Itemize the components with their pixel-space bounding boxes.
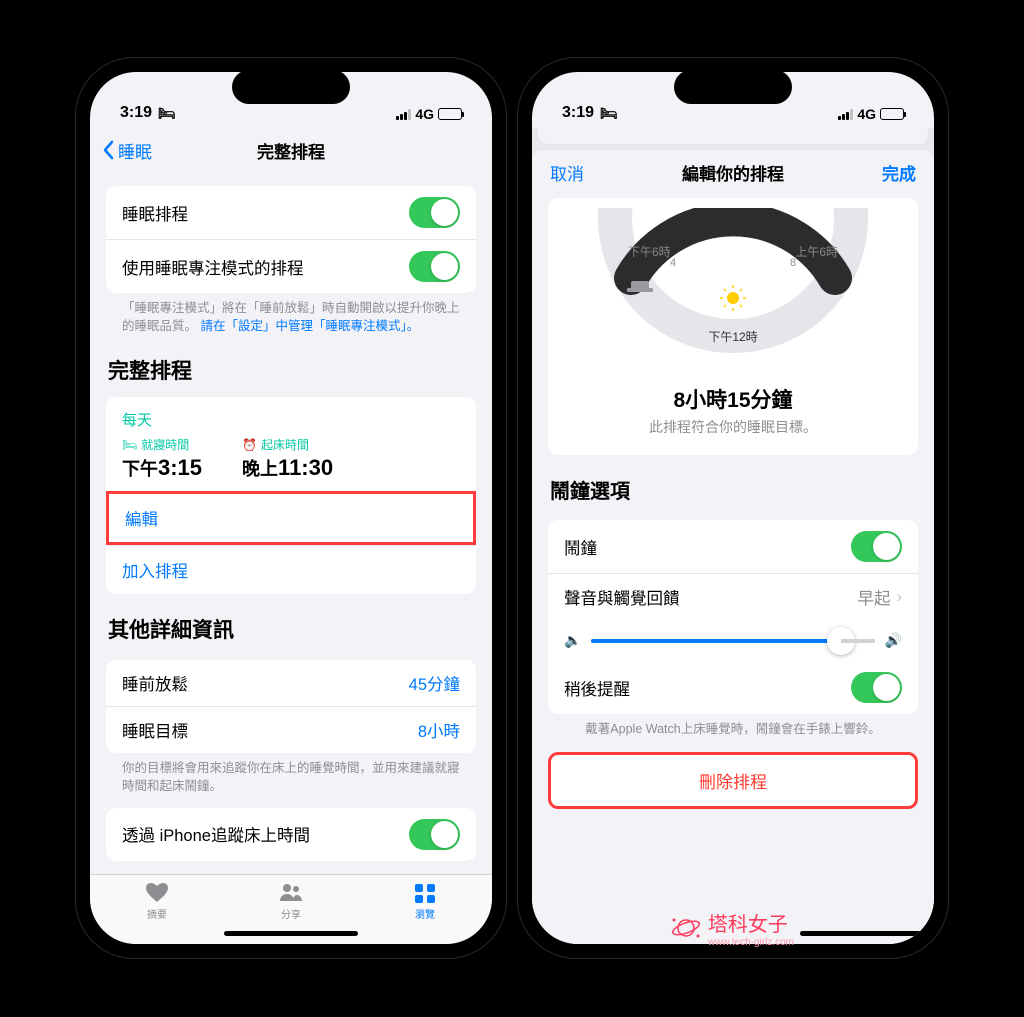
wakeup-value: 晚上11:30 [242, 455, 333, 481]
watch-footnote: 戴著Apple Watch上床睡覺時，鬧鐘會在手錶上響鈴。 [548, 714, 918, 738]
add-schedule-button[interactable]: 加入排程 [106, 545, 476, 594]
home-indicator[interactable] [800, 931, 934, 936]
focus-settings-link[interactable]: 請在「設定」中管理「睡眠專注模式」。 [201, 319, 420, 333]
back-button[interactable]: 睡眠 [102, 138, 152, 163]
row-label: 稍後提醒 [564, 676, 630, 700]
tab-label: 分享 [281, 906, 301, 921]
schedule-card[interactable]: 每天 🛏 就寢時間 下午3:15 ⏰ 起床時間 [106, 397, 476, 491]
watermark-title: 塔科女子 [708, 914, 788, 936]
tab-bar: 摘要 分享 瀏覽 [90, 874, 492, 944]
dial-am6-label: 上午6時 [795, 243, 838, 260]
signal-icon [838, 109, 853, 120]
winddown-row[interactable]: 睡前放鬆 45分鐘 [106, 660, 476, 706]
sound-row[interactable]: 聲音與觸覺回饋 早起 › [548, 573, 918, 620]
tab-label: 瀏覽 [415, 906, 435, 921]
sleep-dial-card: 8 4 4 8 下午6時 上午6時 下午12時 [548, 198, 918, 455]
row-label: 睡眠排程 [122, 201, 188, 225]
status-time: 3:19 [562, 104, 594, 122]
people-icon [278, 881, 304, 905]
sleep-schedule-row[interactable]: 睡眠排程 [106, 186, 476, 239]
snooze-toggle[interactable] [851, 672, 902, 703]
alarm-row[interactable]: 鬧鐘 [548, 520, 918, 573]
focus-footnote: 「睡眠專注模式」將在「睡前放鬆」時自動開啟以提升你晚上的睡眠品質。 請在「設定」… [106, 293, 476, 335]
network-label: 4G [857, 106, 876, 122]
delete-schedule-button[interactable]: 刪除排程 [548, 752, 918, 809]
chevron-right-icon: › [897, 588, 903, 607]
heart-icon [144, 881, 170, 905]
schedule-days: 每天 [122, 409, 460, 430]
watermark-url: www.tech-girlz.com [708, 937, 794, 948]
alarm-icon: ⏰ [242, 438, 257, 452]
nav-bar: 睡眠 完整排程 [90, 128, 492, 172]
row-label: 鬧鐘 [564, 535, 597, 559]
bed-icon: 🛏 [158, 105, 176, 122]
row-value: 8小時 [418, 718, 460, 742]
focus-schedule-row[interactable]: 使用睡眠專注模式的排程 [106, 239, 476, 293]
row-value: 45分鐘 [409, 671, 460, 695]
home-indicator[interactable] [224, 931, 358, 936]
bedtime-value: 下午3:15 [122, 455, 202, 481]
volume-high-icon: 🔊 [885, 632, 902, 649]
bed-icon: 🛏 [600, 105, 618, 122]
battery-icon [880, 108, 904, 120]
other-details-header: 其他詳細資訊 [106, 594, 476, 646]
goal-footnote: 你的目標將會用來追蹤你在床上的睡覺時間，並用來建議就寢時間和起床鬧鐘。 [106, 753, 476, 795]
phone-left: 3:19 🛏 4G 睡眠 完整排程 睡眠排程 [76, 58, 506, 958]
sound-value: 早起 [858, 585, 891, 609]
bedtime-label: 就寢時間 [141, 436, 189, 453]
tab-summary[interactable]: 摘要 [144, 881, 170, 921]
tab-browse[interactable]: 瀏覽 [412, 881, 438, 921]
done-button[interactable]: 完成 [882, 160, 916, 185]
row-label: 使用睡眠專注模式的排程 [122, 255, 304, 279]
sleep-goal-row[interactable]: 睡眠目標 8小時 [106, 706, 476, 753]
wakeup-label: 起床時間 [261, 436, 309, 453]
sleep-schedule-toggle[interactable] [409, 197, 460, 228]
focus-schedule-toggle[interactable] [409, 251, 460, 282]
watermark: 塔科女子 www.tech-girlz.com [670, 908, 794, 948]
page-title: 完整排程 [257, 138, 325, 163]
alarm-section-header: 鬧鐘選項 [548, 455, 918, 506]
cancel-button[interactable]: 取消 [550, 160, 584, 185]
full-schedule-header: 完整排程 [106, 335, 476, 387]
tab-share[interactable]: 分享 [278, 881, 304, 921]
row-label: 透過 iPhone追蹤床上時間 [122, 822, 310, 846]
phone-right: 3:19 🛏 4G 取消 編輯你的排程 完成 [518, 58, 948, 958]
chevron-left-icon [102, 140, 114, 160]
sheet-nav: 取消 編輯你的排程 完成 [532, 150, 934, 194]
volume-low-icon: 🔈 [564, 632, 581, 649]
dynamic-island [232, 70, 350, 104]
back-label: 睡眠 [118, 138, 152, 163]
background-sheet-stub [538, 128, 928, 144]
tab-label: 摘要 [147, 906, 167, 921]
bed-icon: 🛏 [122, 438, 137, 452]
status-time: 3:19 [120, 104, 152, 122]
volume-slider[interactable] [591, 639, 874, 643]
row-label: 聲音與觸覺回饋 [564, 585, 680, 609]
volume-slider-row: 🔈 🔊 [548, 620, 918, 661]
duration-title: 8小時15分鐘 [548, 384, 918, 414]
slider-thumb[interactable] [827, 627, 855, 655]
duration-subtitle: 此排程符合你的睡眠目標。 [548, 417, 918, 437]
track-time-row[interactable]: 透過 iPhone追蹤床上時間 [106, 808, 476, 861]
battery-icon [438, 108, 462, 120]
grid-icon [412, 881, 438, 905]
signal-icon [396, 109, 411, 120]
dynamic-island [674, 70, 792, 104]
row-label: 睡眠目標 [122, 718, 188, 742]
dial-pm6-label: 下午6時 [628, 243, 671, 260]
row-label: 睡前放鬆 [122, 671, 188, 695]
sheet-title: 編輯你的排程 [682, 160, 784, 185]
network-label: 4G [415, 106, 434, 122]
svg-text:4: 4 [670, 257, 676, 269]
track-time-toggle[interactable] [409, 819, 460, 850]
snooze-row[interactable]: 稍後提醒 [548, 661, 918, 714]
dial-noon-label: 下午12時 [708, 328, 757, 345]
edit-button[interactable]: 編輯 [106, 491, 476, 545]
planet-icon [670, 912, 702, 944]
alarm-toggle[interactable] [851, 531, 902, 562]
